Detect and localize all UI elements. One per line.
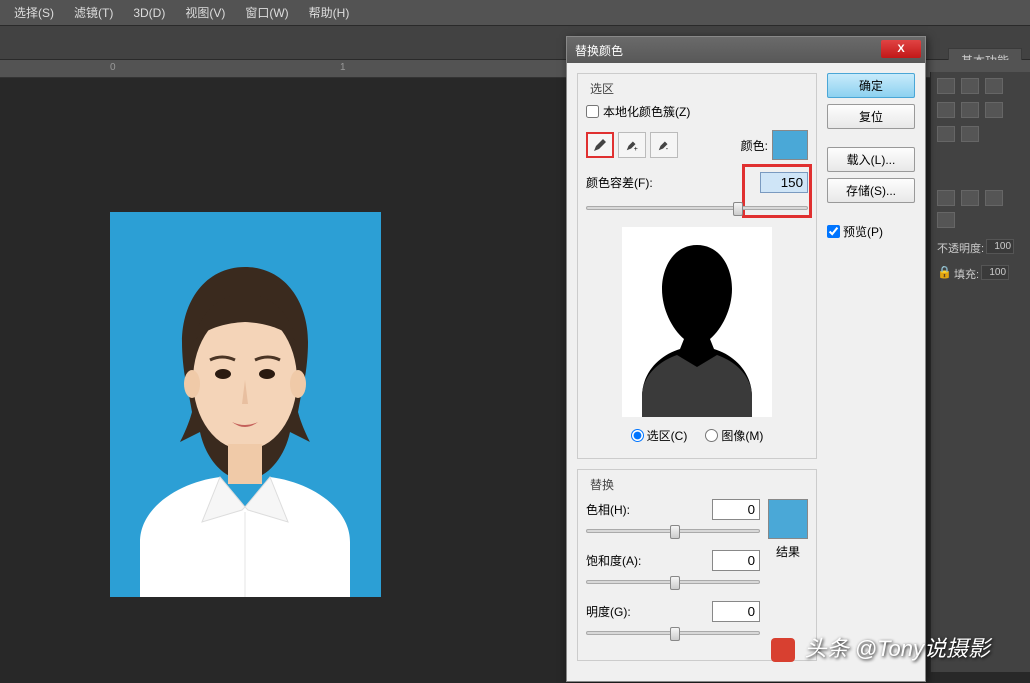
save-button[interactable]: 存储(S)... [827, 178, 915, 203]
panel-icon[interactable] [961, 190, 979, 206]
eyedropper-plus-icon: + [625, 138, 639, 152]
panel-icon[interactable] [961, 78, 979, 94]
localized-clusters-label: 本地化颜色簇(Z) [603, 103, 690, 120]
panel-icon[interactable] [937, 190, 955, 206]
opacity-label: 不透明度: [937, 240, 984, 256]
eyedropper-add-tool[interactable]: + [618, 132, 646, 158]
saturation-label: 饱和度(A): [586, 552, 648, 569]
fill-label: 填充: [954, 266, 979, 282]
watermark: 头条 @Tony说摄影 [771, 631, 990, 663]
menu-3d[interactable]: 3D(D) [123, 2, 175, 24]
panel-icon[interactable] [961, 102, 979, 118]
hue-label: 色相(H): [586, 501, 648, 518]
menu-bar: 选择(S) 滤镜(T) 3D(D) 视图(V) 窗口(W) 帮助(H) — ❐ [0, 0, 1030, 26]
panel-icon[interactable] [985, 190, 1003, 206]
ok-button[interactable]: 确定 [827, 73, 915, 98]
color-label: 颜色: [741, 137, 768, 154]
saturation-slider[interactable] [586, 573, 760, 591]
menu-window[interactable]: 窗口(W) [235, 0, 298, 25]
lightness-slider[interactable] [586, 624, 760, 642]
portrait-photo [110, 212, 381, 597]
menu-select[interactable]: 选择(S) [4, 0, 64, 25]
lightness-input[interactable] [712, 601, 760, 622]
dialog-close-button[interactable]: X [881, 40, 921, 58]
panel-icon[interactable] [937, 126, 955, 142]
lock-icon: 🔒 [937, 265, 952, 279]
eyedropper-minus-icon: - [657, 138, 671, 152]
replace-color-dialog: 替换颜色 X 选区 本地化颜色簇(Z) + - [566, 36, 926, 682]
source-color-swatch[interactable] [772, 130, 808, 160]
eyedropper-icon [592, 137, 608, 153]
menu-filter[interactable]: 滤镜(T) [64, 0, 123, 25]
fuzziness-slider[interactable] [586, 199, 808, 217]
right-panel: 不透明度: 🔒 填充: [930, 72, 1030, 672]
result-label: 结果 [768, 543, 808, 560]
selection-group-title: 选区 [586, 80, 618, 97]
load-button[interactable]: 载入(L)... [827, 147, 915, 172]
dialog-titlebar[interactable]: 替换颜色 X [567, 37, 925, 63]
replacement-group-title: 替换 [586, 476, 618, 493]
saturation-input[interactable] [712, 550, 760, 571]
panel-icon[interactable] [985, 102, 1003, 118]
selection-preview [622, 227, 772, 417]
ruler-tick: 1 [340, 62, 346, 73]
hue-slider[interactable] [586, 522, 760, 540]
fuzziness-input[interactable] [760, 172, 808, 193]
panel-icon[interactable] [985, 78, 1003, 94]
panel-icon[interactable] [937, 102, 955, 118]
fill-input[interactable] [981, 265, 1009, 280]
menu-help[interactable]: 帮助(H) [299, 0, 360, 25]
preview-checkbox[interactable] [827, 225, 840, 238]
result-color-swatch[interactable] [768, 499, 808, 539]
cancel-button[interactable]: 复位 [827, 104, 915, 129]
dialog-title: 替换颜色 [575, 42, 623, 59]
hue-input[interactable] [712, 499, 760, 520]
panel-icon[interactable] [937, 78, 955, 94]
panel-icon[interactable] [961, 126, 979, 142]
radio-image[interactable]: 图像(M) [705, 427, 763, 444]
radio-selection[interactable]: 选区(C) [631, 427, 688, 444]
opacity-input[interactable] [986, 239, 1014, 254]
document-image[interactable] [110, 212, 381, 597]
preview-label: 预览(P) [843, 223, 883, 240]
localized-clusters-checkbox[interactable] [586, 105, 599, 118]
panel-icon[interactable] [937, 212, 955, 228]
svg-text:-: - [666, 146, 669, 152]
svg-text:+: + [634, 146, 638, 152]
lightness-label: 明度(G): [586, 603, 648, 620]
radio-image-input[interactable] [705, 429, 718, 442]
eyedropper-subtract-tool[interactable]: - [650, 132, 678, 158]
fuzziness-label: 颜色容差(F): [586, 174, 754, 191]
preview-checkbox-row[interactable]: 预览(P) [827, 223, 915, 240]
ruler-tick: 0 [110, 62, 116, 73]
menu-view[interactable]: 视图(V) [175, 0, 235, 25]
watermark-icon [771, 638, 795, 662]
radio-selection-input[interactable] [631, 429, 644, 442]
eyedropper-tool[interactable] [586, 132, 614, 158]
selection-group: 选区 本地化颜色簇(Z) + - 颜色: [577, 73, 817, 459]
